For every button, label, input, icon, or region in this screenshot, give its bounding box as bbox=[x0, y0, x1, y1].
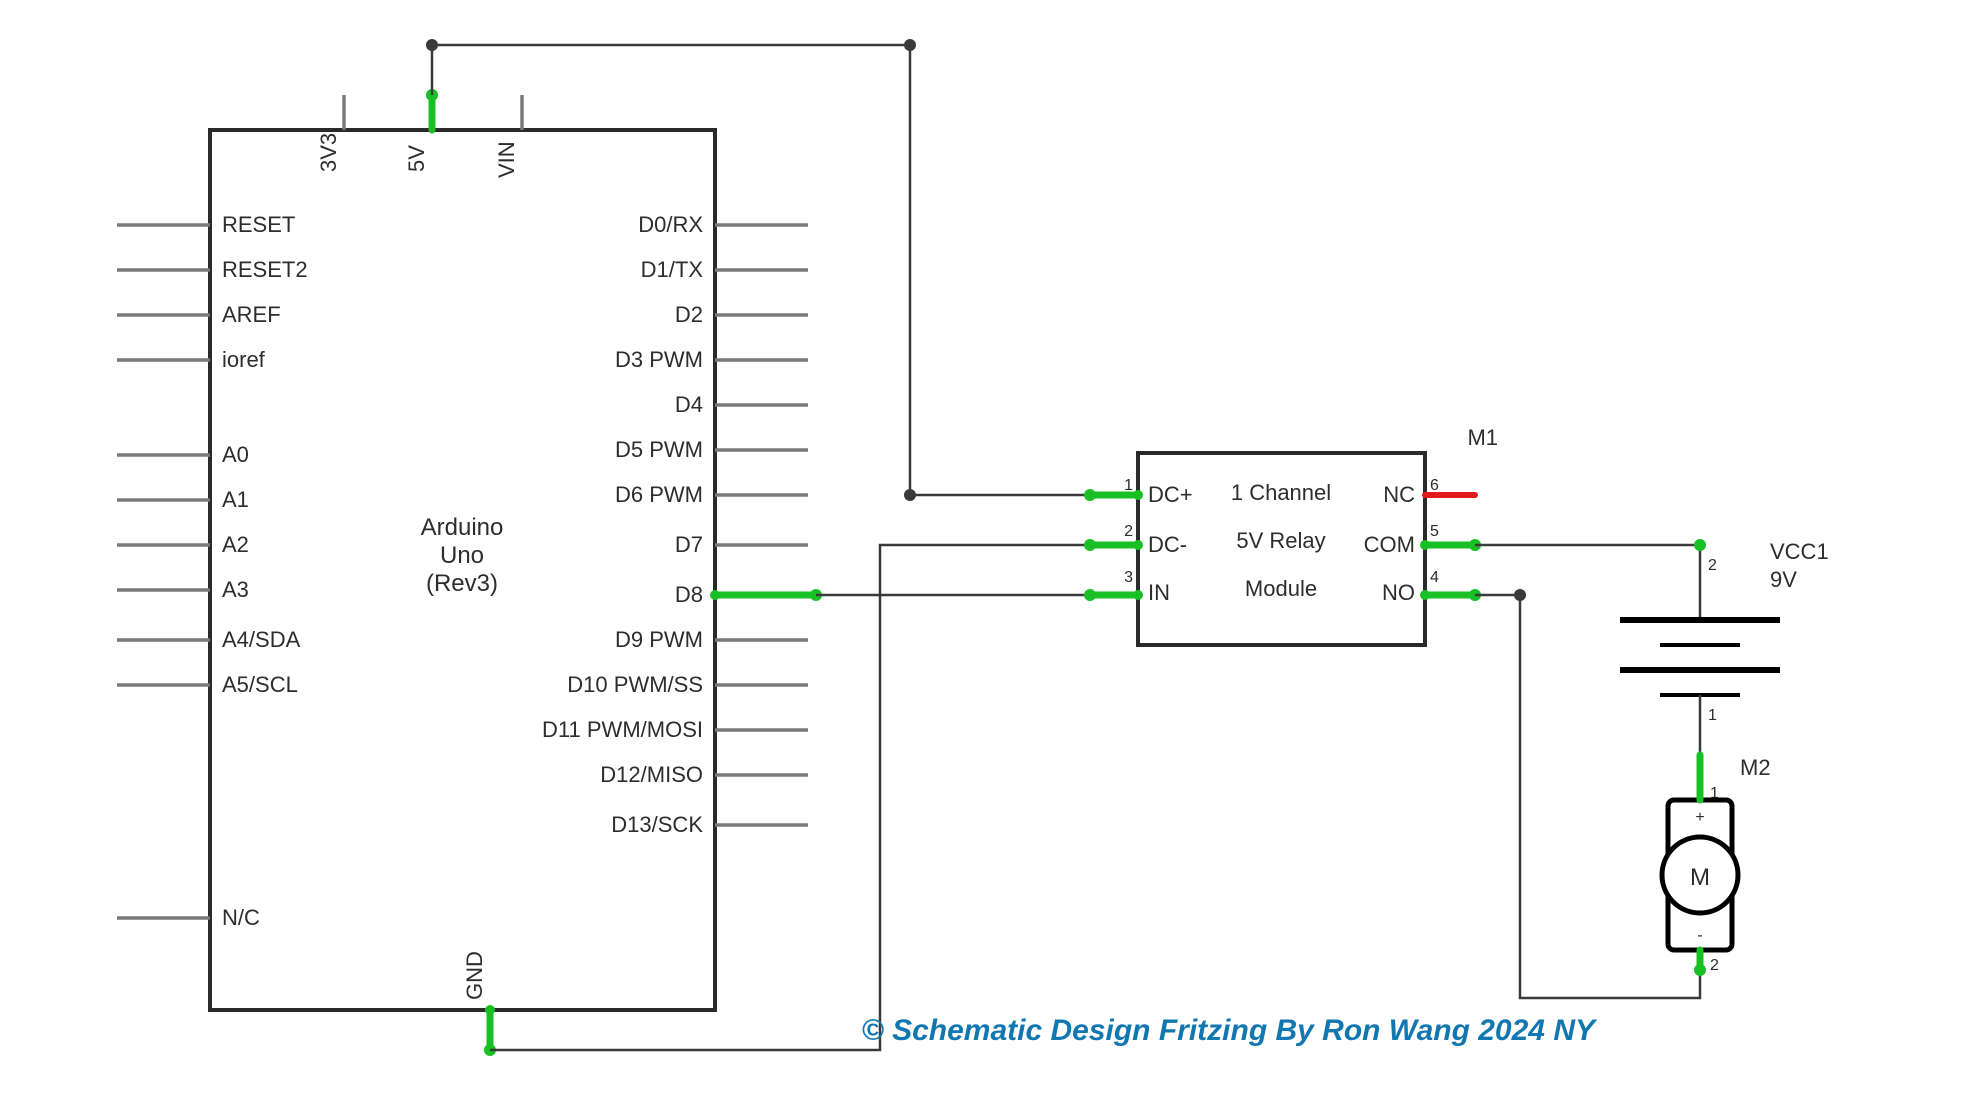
arduino-name-line1: Arduino bbox=[421, 514, 504, 541]
relay-pin5-num: 5 bbox=[1430, 523, 1439, 540]
relay-pin1-num: 1 bbox=[1124, 477, 1133, 494]
schematic-canvas: Arduino Uno (Rev3) 3V3 5V VIN RESET RESE… bbox=[0, 0, 1975, 1111]
pin-a1: A1 bbox=[222, 487, 249, 512]
relay-title-3: Module bbox=[1245, 576, 1317, 601]
relay-pin-nc: NC bbox=[1383, 482, 1415, 507]
relay-title-2: 5V Relay bbox=[1236, 528, 1325, 553]
pin-d11: D11 PWM/MOSI bbox=[542, 717, 703, 742]
pin-5v: 5V bbox=[404, 145, 429, 172]
pin-reset2: RESET2 bbox=[222, 257, 308, 282]
relay-pin-no: NO bbox=[1382, 580, 1415, 605]
pin-reset: RESET bbox=[222, 212, 295, 237]
relay-ref: M1 bbox=[1467, 425, 1498, 450]
motor-plus: + bbox=[1695, 809, 1704, 826]
relay-pin3-num: 3 bbox=[1124, 569, 1133, 586]
battery-value: 9V bbox=[1770, 567, 1797, 592]
motor-ref: M2 bbox=[1740, 755, 1771, 780]
motor-minus: - bbox=[1697, 927, 1702, 944]
relay-pin-dcp: DC+ bbox=[1148, 482, 1193, 507]
arduino-name-line3: (Rev3) bbox=[426, 570, 498, 597]
pin-d13: D13/SCK bbox=[611, 812, 703, 837]
motor-letter: M bbox=[1690, 864, 1710, 891]
battery-symbol: VCC1 9V 2 1 bbox=[1620, 539, 1829, 770]
relay-pin-com: COM bbox=[1364, 532, 1415, 557]
pin-d3: D3 PWM bbox=[615, 347, 703, 372]
pin-3v3: 3V3 bbox=[316, 133, 341, 172]
pin-d1: D1/TX bbox=[641, 257, 704, 282]
pin-d10: D10 PWM/SS bbox=[567, 672, 703, 697]
relay-pin6-num: 6 bbox=[1430, 477, 1439, 494]
pin-a2: A2 bbox=[222, 532, 249, 557]
battery-ref: VCC1 bbox=[1770, 539, 1829, 564]
battery-pin-bot: 1 bbox=[1708, 707, 1717, 724]
relay-block: M1 1 Channel 5V Relay Module 1 DC+ 2 DC-… bbox=[1124, 425, 1498, 645]
pin-d8: D8 bbox=[675, 582, 703, 607]
pin-gnd: GND bbox=[462, 951, 487, 1000]
relay-pin2-num: 2 bbox=[1124, 523, 1133, 540]
relay-title-1: 1 Channel bbox=[1231, 480, 1331, 505]
pin-d9: D9 PWM bbox=[615, 627, 703, 652]
relay-pin-dcm: DC- bbox=[1148, 532, 1187, 557]
caption-text: © Schematic Design Fritzing By Ron Wang … bbox=[862, 1014, 1598, 1047]
relay-pin4-num: 4 bbox=[1430, 569, 1439, 586]
motor-pin-bot: 2 bbox=[1710, 957, 1719, 974]
battery-pin-top: 2 bbox=[1708, 557, 1717, 574]
pin-d2: D2 bbox=[675, 302, 703, 327]
pin-ioref: ioref bbox=[222, 347, 266, 372]
pin-vin: VIN bbox=[494, 141, 519, 178]
pin-a5: A5/SCL bbox=[222, 672, 298, 697]
pin-d6: D6 PWM bbox=[615, 482, 703, 507]
motor-symbol: M2 1 + M - 2 bbox=[1662, 755, 1771, 974]
pin-d0: D0/RX bbox=[638, 212, 703, 237]
pin-d7: D7 bbox=[675, 532, 703, 557]
pin-a3: A3 bbox=[222, 577, 249, 602]
pin-a4: A4/SDA bbox=[222, 627, 301, 652]
wires bbox=[426, 39, 1706, 1056]
pin-aref: AREF bbox=[222, 302, 281, 327]
arduino-name-line2: Uno bbox=[440, 542, 484, 569]
arduino-block: Arduino Uno (Rev3) 3V3 5V VIN RESET RESE… bbox=[117, 95, 808, 1045]
pin-d12: D12/MISO bbox=[600, 762, 703, 787]
pin-a0: A0 bbox=[222, 442, 249, 467]
pin-nc: N/C bbox=[222, 905, 260, 930]
pin-d4: D4 bbox=[675, 392, 703, 417]
pin-d5: D5 PWM bbox=[615, 437, 703, 462]
relay-pin-in: IN bbox=[1148, 580, 1170, 605]
